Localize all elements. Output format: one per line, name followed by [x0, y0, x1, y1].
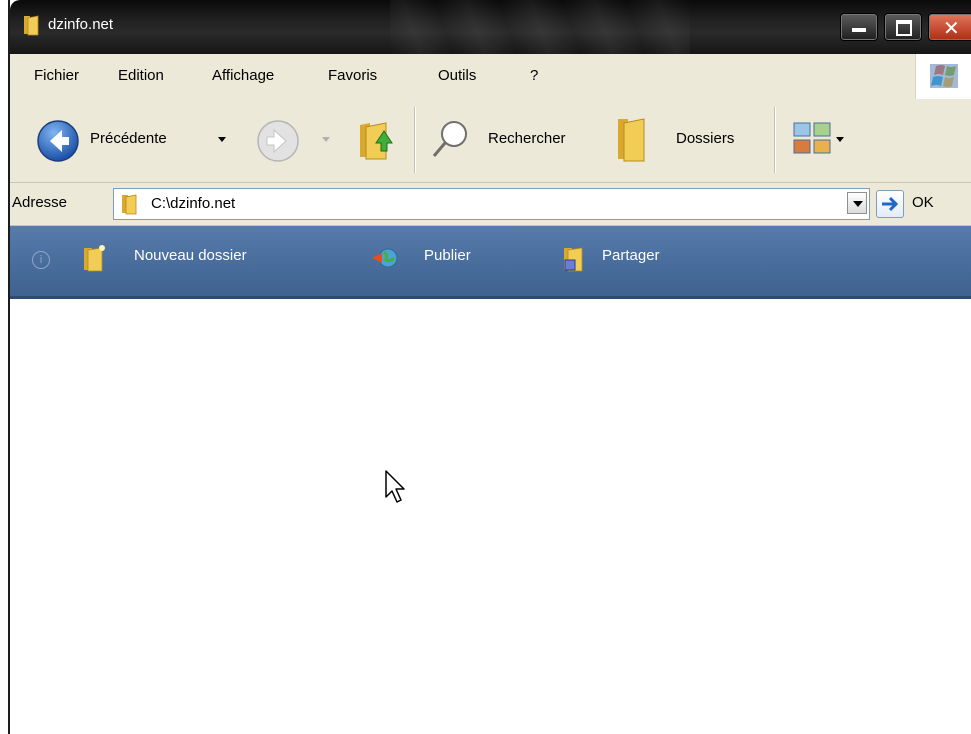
minimize-icon — [852, 28, 866, 32]
menu-bar: Fichier Edition Affichage Favoris Outils… — [10, 54, 971, 100]
address-dropdown-button[interactable] — [847, 192, 867, 214]
windows-flag-icon — [930, 64, 958, 88]
views-icon — [793, 122, 831, 154]
menu-outils[interactable]: Outils — [438, 67, 476, 84]
address-value: C:\dzinfo.net — [151, 195, 236, 212]
forward-button[interactable] — [250, 111, 334, 169]
back-dropdown-icon[interactable] — [218, 137, 226, 142]
menu-edition[interactable]: Edition — [118, 67, 164, 84]
close-button[interactable]: ✕ — [928, 13, 971, 41]
mouse-cursor-icon — [385, 470, 405, 503]
address-bar: Adresse C:\dzinfo.net OK — [10, 183, 971, 226]
search-button[interactable]: Rechercher — [424, 111, 594, 169]
menu-favoris[interactable]: Favoris — [328, 67, 377, 84]
publish-icon — [372, 248, 398, 268]
folders-label: Dossiers — [676, 130, 735, 147]
back-button[interactable]: Précédente — [22, 111, 232, 169]
info-icon[interactable]: i — [32, 251, 50, 269]
search-label: Rechercher — [488, 130, 566, 147]
up-folder-button[interactable] — [350, 111, 406, 169]
standard-toolbar: Précédente Rechercher Dossiers — [10, 99, 971, 183]
close-icon: ✕ — [943, 16, 960, 40]
share-icon — [564, 247, 583, 272]
title-bar[interactable]: dzinfo.net ✕ — [10, 0, 971, 54]
go-label[interactable]: OK — [912, 194, 934, 211]
windows-logo — [915, 54, 971, 99]
folder-icon — [618, 118, 645, 162]
address-label: Adresse — [12, 194, 68, 211]
explorer-window: dzinfo.net ✕ Fichier Edition Affichage F… — [8, 0, 971, 734]
maximize-icon — [896, 20, 912, 36]
back-label: Précédente — [90, 130, 167, 147]
menu-affichage[interactable]: Affichage — [212, 67, 274, 84]
forward-dropdown-icon — [322, 137, 330, 142]
publish-button[interactable]: Publier — [424, 247, 471, 264]
menu-help[interactable]: ? — [530, 67, 538, 84]
share-button[interactable]: Partager — [602, 247, 660, 264]
maximize-button[interactable] — [884, 13, 922, 41]
folder-icon — [122, 194, 137, 215]
go-button[interactable] — [876, 190, 904, 218]
views-button[interactable] — [786, 111, 850, 169]
folder-up-icon — [360, 122, 393, 160]
folders-button[interactable]: Dossiers — [610, 111, 760, 169]
folder-icon — [24, 15, 39, 36]
window-title: dzinfo.net — [48, 16, 114, 33]
minimize-button[interactable] — [840, 13, 878, 41]
task-bar: i Nouveau dossier Publier Partager — [10, 226, 971, 299]
new-folder-icon — [84, 245, 105, 272]
views-dropdown-icon — [836, 137, 844, 142]
arrow-right-icon — [882, 196, 899, 212]
search-icon — [432, 121, 467, 157]
menu-fichier[interactable]: Fichier — [34, 67, 79, 84]
new-folder-button[interactable]: Nouveau dossier — [134, 247, 247, 264]
file-list-area[interactable] — [10, 299, 971, 734]
back-arrow-icon — [37, 120, 79, 162]
forward-arrow-icon — [257, 120, 299, 162]
address-input[interactable]: C:\dzinfo.net — [113, 188, 870, 220]
